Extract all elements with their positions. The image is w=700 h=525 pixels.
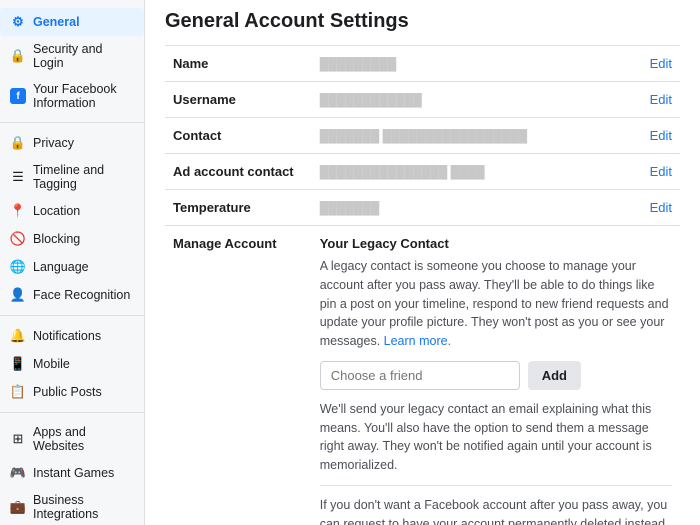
public-posts-icon: 📋 — [10, 384, 26, 400]
sidebar-item-security[interactable]: 🔒 Security and Login — [0, 36, 144, 76]
sidebar-label-blocking: Blocking — [33, 232, 80, 246]
mobile-icon: 📱 — [10, 356, 26, 372]
manage-account-content: Your Legacy Contact A legacy contact is … — [312, 226, 680, 525]
location-icon: 📍 — [10, 203, 26, 219]
instant-games-icon: 🎮 — [10, 465, 26, 481]
temperature-edit-button[interactable]: Edit — [650, 200, 672, 215]
notifications-icon: 🔔 — [10, 328, 26, 344]
temperature-value: ███████ — [312, 190, 631, 226]
sidebar-label-general: General — [33, 15, 80, 29]
facebook-icon: f — [10, 88, 26, 104]
timeline-icon: ☰ — [10, 169, 26, 185]
no-account-description: If you don't want a Facebook account aft… — [320, 496, 672, 525]
table-row: Name █████████ Edit — [165, 46, 680, 82]
friend-input[interactable] — [320, 361, 520, 390]
sidebar-divider-1 — [0, 122, 144, 123]
blocking-icon: 🚫 — [10, 231, 26, 247]
temperature-edit-cell: Edit — [631, 190, 680, 226]
manage-account-label: Manage Account — [165, 226, 312, 525]
sidebar-label-timeline: Timeline and Tagging — [33, 163, 134, 191]
sidebar-item-notifications[interactable]: 🔔 Notifications — [0, 322, 144, 350]
email-description: We'll send your legacy contact an email … — [320, 400, 672, 475]
sidebar-item-business[interactable]: 💼 Business Integrations — [0, 487, 144, 525]
contact-edit-cell: Edit — [631, 118, 680, 154]
sidebar-label-privacy: Privacy — [33, 136, 74, 150]
sidebar-label-public-posts: Public Posts — [33, 385, 102, 399]
sidebar-item-location[interactable]: 📍 Location — [0, 197, 144, 225]
ad-contact-value: ███████████████ ████ — [312, 154, 631, 190]
username-edit-cell: Edit — [631, 82, 680, 118]
add-friend-button[interactable]: Add — [528, 361, 581, 390]
sidebar-label-business: Business Integrations — [33, 493, 134, 521]
apps-icon: ⊞ — [10, 431, 26, 447]
friend-input-row: Add — [320, 361, 672, 390]
language-icon: 🌐 — [10, 259, 26, 275]
contact-value: ███████ █████████████████ — [312, 118, 631, 154]
sidebar-label-location: Location — [33, 204, 80, 218]
sidebar-divider-2 — [0, 315, 144, 316]
table-row: Temperature ███████ Edit — [165, 190, 680, 226]
section-divider — [320, 485, 672, 486]
general-icon: ⚙ — [10, 14, 26, 30]
username-label: Username — [165, 82, 312, 118]
sidebar-item-timeline[interactable]: ☰ Timeline and Tagging — [0, 157, 144, 197]
username-edit-button[interactable]: Edit — [650, 92, 672, 107]
contact-edit-button[interactable]: Edit — [650, 128, 672, 143]
sidebar-item-privacy[interactable]: 🔒 Privacy — [0, 129, 144, 157]
sidebar-item-public-posts[interactable]: 📋 Public Posts — [0, 378, 144, 406]
sidebar-label-mobile: Mobile — [33, 357, 70, 371]
sidebar-divider-3 — [0, 412, 144, 413]
business-icon: 💼 — [10, 499, 26, 515]
username-value: ████████████ — [312, 82, 631, 118]
sidebar-label-notifications: Notifications — [33, 329, 101, 343]
name-edit-button[interactable]: Edit — [650, 56, 672, 71]
table-row: Username ████████████ Edit — [165, 82, 680, 118]
sidebar-item-facebook-info[interactable]: f Your Facebook Information — [0, 76, 144, 116]
contact-label: Contact — [165, 118, 312, 154]
sidebar-item-general[interactable]: ⚙ General — [0, 8, 144, 36]
sidebar-item-mobile[interactable]: 📱 Mobile — [0, 350, 144, 378]
sidebar: ⚙ General 🔒 Security and Login f Your Fa… — [0, 0, 145, 525]
sidebar-item-apps[interactable]: ⊞ Apps and Websites — [0, 419, 144, 459]
manage-account-row: Manage Account Your Legacy Contact A leg… — [165, 226, 680, 525]
table-row: Ad account contact ███████████████ ████ … — [165, 154, 680, 190]
sidebar-item-face[interactable]: 👤 Face Recognition — [0, 281, 144, 309]
learn-more-link[interactable]: Learn more. — [384, 334, 451, 348]
settings-table: Name █████████ Edit Username ███████████… — [165, 45, 680, 525]
temperature-label: Temperature — [165, 190, 312, 226]
legacy-description: A legacy contact is someone you choose t… — [320, 257, 672, 351]
sidebar-item-instant-games[interactable]: 🎮 Instant Games — [0, 459, 144, 487]
ad-contact-edit-cell: Edit — [631, 154, 680, 190]
sidebar-item-language[interactable]: 🌐 Language — [0, 253, 144, 281]
name-value: █████████ — [312, 46, 631, 82]
privacy-icon: 🔒 — [10, 135, 26, 151]
sidebar-label-face: Face Recognition — [33, 288, 130, 302]
sidebar-label-instant-games: Instant Games — [33, 466, 114, 480]
ad-contact-edit-button[interactable]: Edit — [650, 164, 672, 179]
security-icon: 🔒 — [10, 48, 26, 64]
sidebar-label-security: Security and Login — [33, 42, 134, 70]
table-row: Contact ███████ █████████████████ Edit — [165, 118, 680, 154]
main-content: General Account Settings Name █████████ … — [145, 0, 700, 525]
sidebar-label-facebook-info: Your Facebook Information — [33, 82, 134, 110]
sidebar-item-blocking[interactable]: 🚫 Blocking — [0, 225, 144, 253]
name-label: Name — [165, 46, 312, 82]
legacy-title: Your Legacy Contact — [320, 236, 672, 251]
ad-contact-label: Ad account contact — [165, 154, 312, 190]
name-edit-cell: Edit — [631, 46, 680, 82]
face-icon: 👤 — [10, 287, 26, 303]
sidebar-label-language: Language — [33, 260, 89, 274]
page-title: General Account Settings — [165, 10, 680, 33]
sidebar-label-apps: Apps and Websites — [33, 425, 134, 453]
